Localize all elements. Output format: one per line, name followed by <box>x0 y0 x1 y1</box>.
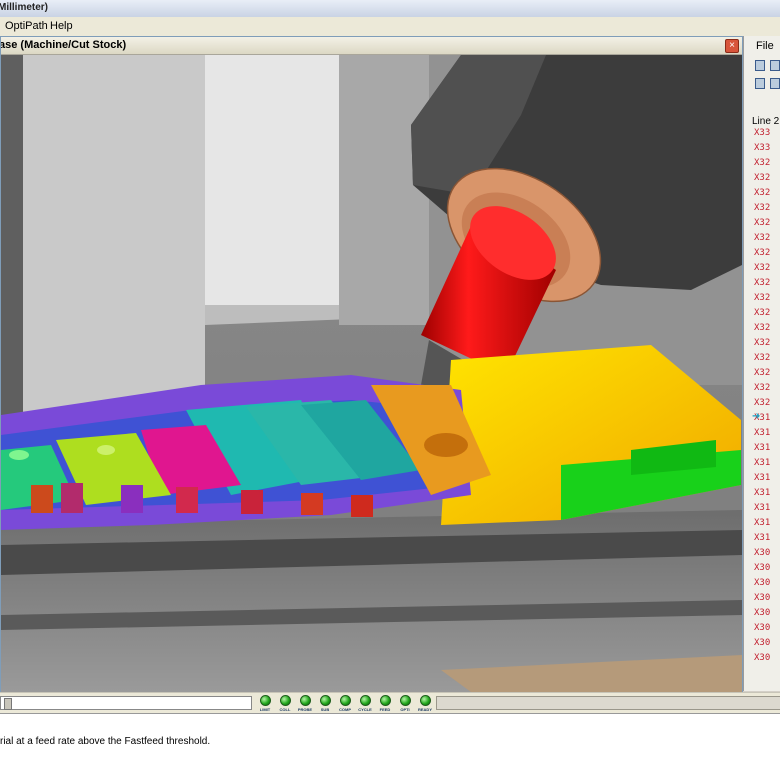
nc-code-line[interactable]: X31 <box>754 473 770 483</box>
close-icon[interactable]: × <box>725 39 739 53</box>
toolbar-icon-3[interactable] <box>755 78 765 89</box>
nc-code-line[interactable]: X31 <box>754 428 770 438</box>
indicator-sub: SUB <box>316 695 334 713</box>
nc-code-line[interactable]: X31 <box>754 488 770 498</box>
indicator-light-icon <box>359 695 371 706</box>
nc-code-line[interactable]: X32 <box>754 323 770 333</box>
nc-code-line[interactable]: X31 <box>754 503 770 513</box>
nc-code-line[interactable]: X32 <box>754 263 770 273</box>
indicator-label: PROBE <box>297 707 313 712</box>
window-titlebar: Millimeter) <box>0 0 780 18</box>
horizontal-scrollbar[interactable] <box>436 696 780 710</box>
nc-code-line[interactable]: X32 <box>754 278 770 288</box>
indicator-light-icon <box>379 695 391 706</box>
nc-code-line[interactable]: X30 <box>754 548 770 558</box>
window-title: Millimeter) <box>0 2 49 13</box>
nc-code-line[interactable]: X30 <box>754 623 770 633</box>
indicator-label: FEED <box>379 707 391 712</box>
toolbar-icon-4[interactable] <box>770 78 780 89</box>
status-bar: rial at a feed rate above the Fastfeed t… <box>0 713 780 765</box>
indicator-label: SUB <box>320 707 330 712</box>
nc-code-line[interactable]: X32 <box>754 173 770 183</box>
indicator-light-icon <box>319 695 331 706</box>
nc-code-line[interactable]: X30 <box>754 638 770 648</box>
nc-code-line[interactable]: X30 <box>754 653 770 663</box>
nc-code-line[interactable]: X31 <box>754 443 770 453</box>
nc-code-line[interactable]: X30 <box>754 593 770 603</box>
line-number-label: Line 2 <box>752 116 780 127</box>
nc-code-line[interactable]: X30 <box>754 608 770 618</box>
indicator-label: COLL <box>279 707 291 712</box>
viewport-titlebar: ase (Machine/Cut Stock) × <box>1 37 742 55</box>
indicator-opti: OPTI <box>396 695 414 713</box>
indicator-light-icon <box>339 695 351 706</box>
simulation-viewport: ase (Machine/Cut Stock) × <box>0 36 743 693</box>
nc-code-line[interactable]: X33 <box>754 143 770 153</box>
bore-hole <box>424 433 468 457</box>
nc-code-line[interactable]: X32 <box>754 398 770 408</box>
indicator-comp: COMP <box>336 695 354 713</box>
machine-scene[interactable] <box>1 55 742 692</box>
bottom-toolbar: LIMIT COLL PROBE SUB COMP CYCLE FEED OPTI READY <box>0 692 780 713</box>
enclosure-panel-right <box>339 55 429 325</box>
indicator-probe: PROBE <box>296 695 314 713</box>
nc-code-line[interactable]: X31 <box>754 533 770 543</box>
menu-item-help[interactable]: Help <box>50 20 73 32</box>
indicator-ready: READY <box>416 695 434 713</box>
indicator-cycle: CYCLE <box>356 695 374 713</box>
indicator-coll: COLL <box>276 695 294 713</box>
status-message: rial at a feed rate above the Fastfeed t… <box>0 736 211 747</box>
indicator-light-icon <box>279 695 291 706</box>
toolbar-icon-1[interactable] <box>755 60 765 71</box>
menu-item-file[interactable]: File <box>756 40 774 52</box>
enclosure-panel-center <box>205 55 339 305</box>
indicator-label: OPTI <box>400 707 410 712</box>
nc-code-line[interactable]: X32 <box>754 293 770 303</box>
nc-code-line[interactable]: X32 <box>754 233 770 243</box>
indicator-label: READY <box>417 707 432 712</box>
nc-code-line[interactable]: X32 <box>754 368 770 378</box>
nc-code-line[interactable]: X32 <box>754 248 770 258</box>
nc-code-line[interactable]: X33 <box>754 128 770 138</box>
enclosure-panel-left <box>23 55 205 415</box>
indicator-label: COMP <box>339 707 351 712</box>
nc-code-line[interactable]: X32 <box>754 218 770 228</box>
nc-code-line[interactable]: X30 <box>754 563 770 573</box>
left-wall <box>1 55 23 435</box>
indicator-light-icon <box>299 695 311 706</box>
indicator-label: CYCLE <box>358 707 372 712</box>
nc-code-line[interactable]: X32 <box>754 158 770 168</box>
nc-code-line[interactable]: X32 <box>754 353 770 363</box>
nc-code-line[interactable]: X32 <box>754 338 770 348</box>
slider-thumb[interactable] <box>4 698 12 710</box>
code-panel: File Line 2 X33 X33 X32 X32 X32 X32 X32 X32 X32 X… <box>743 36 780 691</box>
indicator-light-icon <box>399 695 411 706</box>
indicator-feed: FEED <box>376 695 394 713</box>
toolbar-icon-2[interactable] <box>770 60 780 71</box>
nc-code-line[interactable]: X32 <box>754 383 770 393</box>
pocket-hole-1 <box>9 450 29 460</box>
menu-bar: OptiPath Help <box>0 17 780 37</box>
nc-code-line[interactable]: X31 <box>754 518 770 528</box>
nc-code-line[interactable]: X32 <box>754 308 770 318</box>
nc-code-line[interactable]: X32 <box>754 188 770 198</box>
viewport-title: ase (Machine/Cut Stock) <box>0 39 127 51</box>
indicator-light-icon <box>419 695 431 706</box>
speed-slider[interactable] <box>0 696 252 710</box>
menu-item-optipath[interactable]: OptiPath <box>5 20 48 32</box>
nc-code-line[interactable]: X30 <box>754 578 770 588</box>
nc-code-line[interactable]: X32 <box>754 203 770 213</box>
pocket-hole-2 <box>97 445 115 455</box>
current-line-arrow-icon: ➔ <box>752 411 761 422</box>
indicator-limit: LIMIT <box>256 695 274 713</box>
indicator-light-icon <box>259 695 271 706</box>
indicator-label: LIMIT <box>259 707 271 712</box>
nc-code-line[interactable]: X31 <box>754 458 770 468</box>
